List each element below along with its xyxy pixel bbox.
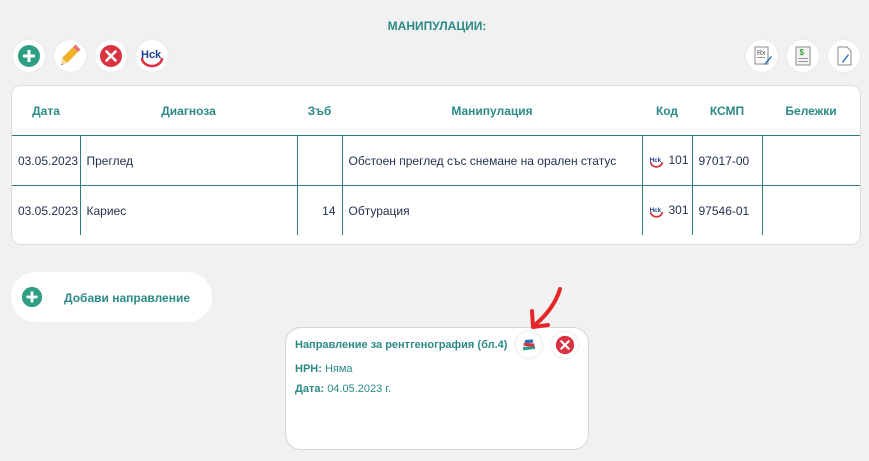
cell-diagnosis: Кариес <box>80 185 298 235</box>
svg-text:Hck: Hck <box>649 157 661 164</box>
referral-title: Направление за рентгенография (бл.4) <box>295 339 508 351</box>
delete-referral-button[interactable] <box>552 332 578 358</box>
column-header-diagnosis: Диагноза <box>80 86 297 136</box>
referral-nrn-row: НРН: Няма <box>295 363 353 375</box>
nrn-label: НРН: <box>295 363 322 375</box>
column-header-ksmp: КСМП <box>692 86 762 136</box>
add-manipulation-button[interactable] <box>13 40 45 72</box>
referral-card: Направление за рентгенография (бл.4) НРН… <box>285 327 589 450</box>
table-row[interactable]: 03.05.2023 Кариес 14 Обтурация Hck 301 9… <box>12 185 860 236</box>
cell-procedure: Обстоен преглед със снемане на орален ст… <box>342 135 643 186</box>
table-row[interactable]: 03.05.2023 Преглед Обстоен преглед със с… <box>12 135 860 186</box>
document-button[interactable] <box>828 40 860 72</box>
cell-code: Hck 101 <box>642 135 693 186</box>
cell-tooth <box>297 135 343 186</box>
svg-text:Rx: Rx <box>757 50 766 57</box>
print-referral-button[interactable] <box>516 332 542 358</box>
add-icon <box>18 45 40 67</box>
books-icon <box>522 339 536 351</box>
column-header-procedure: Манипулация <box>342 86 642 136</box>
manipulations-table-panel: Дата Диагноза Зъб Манипулация Код КСМП Б… <box>11 85 861 245</box>
manipulations-table: Дата Диагноза Зъб Манипулация Код КСМП Б… <box>12 86 860 235</box>
delete-icon <box>100 45 122 67</box>
cell-notes <box>762 135 860 186</box>
nrn-value: Няма <box>324 363 353 375</box>
svg-text:Hck: Hck <box>141 49 162 61</box>
prescription-icon: Rx <box>754 46 772 65</box>
table-header-row: Дата Диагноза Зъб Манипулация Код КСМП Б… <box>12 86 860 136</box>
referral-date-row: Дата: 04.05.2023 г. <box>295 383 391 395</box>
date-value: 04.05.2023 г. <box>327 383 392 395</box>
prescription-button[interactable]: Rx <box>746 40 778 72</box>
cell-notes <box>762 186 860 236</box>
cell-diagnosis: Преглед <box>80 135 298 186</box>
cell-procedure: Обтурация <box>342 185 643 235</box>
delete-icon <box>555 335 575 355</box>
cell-ksmp: 97546-01 <box>692 185 763 235</box>
column-header-date: Дата <box>12 86 80 136</box>
edit-manipulation-button[interactable] <box>54 40 86 72</box>
code-value: 101 <box>668 153 689 168</box>
cell-date: 03.05.2023 <box>12 185 81 235</box>
nzok-icon: Hck <box>140 49 164 68</box>
svg-text:Hck: Hck <box>649 207 661 214</box>
edit-icon <box>61 44 81 65</box>
cell-tooth: 14 <box>297 185 343 235</box>
invoice-icon: $ <box>795 46 811 66</box>
cell-date: 03.05.2023 <box>12 135 81 186</box>
column-header-tooth: Зъб <box>297 86 342 136</box>
annotation-arrow-icon <box>530 287 562 329</box>
invoice-button[interactable]: $ <box>787 40 819 72</box>
date-label: Дата: <box>295 383 325 395</box>
nzok-icon: Hck <box>649 207 663 218</box>
delete-manipulation-button[interactable] <box>95 40 127 72</box>
code-value: 301 <box>668 203 689 218</box>
document-icon <box>837 46 852 66</box>
page-title: МАНИПУЛАЦИИ: <box>387 19 487 33</box>
nzok-icon: Hck <box>649 157 663 168</box>
column-header-notes: Бележки <box>762 86 860 136</box>
cell-code: Hck 301 <box>642 185 693 235</box>
add-icon <box>21 286 43 308</box>
cell-ksmp: 97017-00 <box>692 135 763 186</box>
nzok-button[interactable]: Hck <box>136 40 168 72</box>
add-referral-button[interactable]: Добави направление <box>11 272 212 322</box>
svg-text:$: $ <box>800 48 805 57</box>
column-header-code: Код <box>642 86 692 136</box>
add-referral-label: Добави направление <box>64 291 191 305</box>
